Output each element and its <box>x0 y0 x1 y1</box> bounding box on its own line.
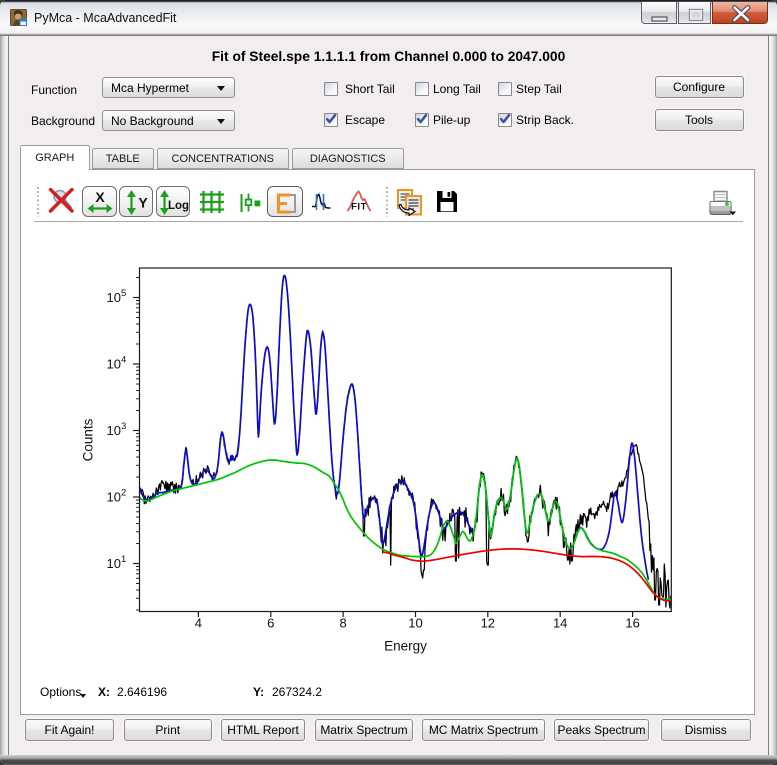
svg-text:X: X <box>95 189 105 205</box>
svg-text:103: 103 <box>107 421 127 438</box>
svg-text:14: 14 <box>553 616 567 631</box>
svg-text:6: 6 <box>267 616 274 631</box>
svg-text:4: 4 <box>195 616 202 631</box>
svg-text:10: 10 <box>408 616 422 631</box>
svg-text:105: 105 <box>107 288 127 305</box>
svg-text:Log: Log <box>167 200 188 212</box>
svg-text:102: 102 <box>107 488 127 505</box>
svg-text:104: 104 <box>107 355 127 372</box>
svg-text:16: 16 <box>625 616 639 631</box>
svg-text:8: 8 <box>339 616 346 631</box>
svg-text:FIT: FIT <box>351 202 367 213</box>
svg-text:12: 12 <box>481 616 495 631</box>
svg-text:Y: Y <box>138 194 148 210</box>
svg-text:101: 101 <box>107 554 127 571</box>
svg-text:Energy: Energy <box>384 639 427 654</box>
svg-text:Counts: Counts <box>81 418 96 461</box>
